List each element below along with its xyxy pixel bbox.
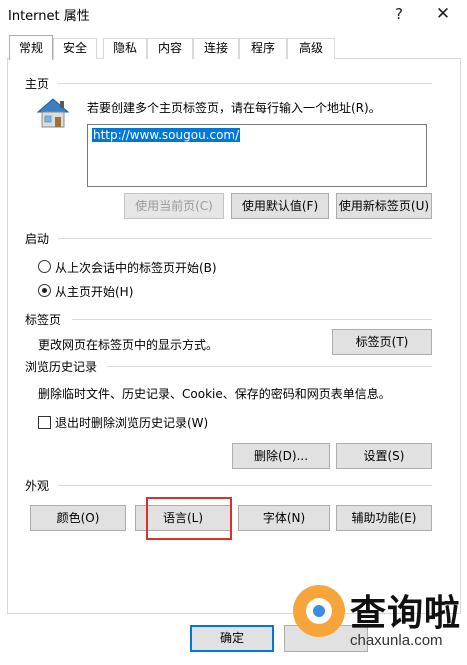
use-new-tab-button[interactable]: 使用新标签页(U)	[336, 193, 432, 219]
ok-button[interactable]: 确定	[190, 625, 274, 652]
tabs-section-label: 标签页	[25, 313, 62, 327]
watermark-logo: 查询啦 chaxunla.com	[290, 582, 465, 662]
accessibility-button[interactable]: 辅助功能(E)	[336, 505, 432, 531]
tab-advanced[interactable]: 高级	[287, 38, 335, 59]
radio-selected-dot	[42, 288, 47, 293]
history-settings-button[interactable]: 设置(S)	[336, 443, 432, 469]
history-section-divider	[107, 366, 432, 367]
help-button[interactable]: ?	[384, 2, 414, 26]
startup-home-radio[interactable]	[38, 284, 51, 297]
use-current-button[interactable]: 使用当前页(C)	[124, 193, 224, 219]
home-section-divider	[58, 83, 432, 84]
watermark-magnifier-icon	[293, 585, 345, 637]
startup-last-session-radio[interactable]	[38, 260, 51, 273]
languages-highlight-box	[146, 497, 232, 540]
appearance-section-label: 外观	[25, 479, 50, 493]
tab-programs[interactable]: 程序	[239, 38, 287, 59]
colors-button[interactable]: 颜色(O)	[30, 505, 126, 531]
fonts-button[interactable]: 字体(N)	[238, 505, 330, 531]
startup-last-session-label[interactable]: 从上次会话中的标签页开始(B)	[55, 259, 217, 276]
tabs-section-divider	[72, 319, 432, 320]
house-icon	[36, 98, 70, 128]
startup-section-label: 启动	[25, 232, 50, 246]
tab-security[interactable]: 安全	[53, 38, 97, 59]
close-button[interactable]: ✕	[428, 2, 458, 26]
home-section-label: 主页	[25, 77, 50, 91]
startup-section-divider	[58, 238, 432, 239]
title-bar: Internet 属性 ? ✕	[0, 0, 467, 30]
home-page-url-value: http://www.sougou.com/	[92, 128, 241, 142]
delete-on-exit-label[interactable]: 退出时删除浏览历史记录(W)	[55, 414, 208, 431]
home-hint-text: 若要创建多个主页标签页，请在每行输入一个地址(R)。	[87, 101, 381, 115]
watermark-url: chaxunla.com	[350, 632, 443, 649]
delete-on-exit-checkbox[interactable]	[38, 416, 51, 429]
tab-strip: 常规 安全 隐私 内容 连接 程序 高级	[7, 35, 461, 60]
tab-connections[interactable]: 连接	[193, 38, 239, 59]
window-title: Internet 属性	[8, 9, 90, 24]
appearance-section-divider	[58, 485, 432, 486]
startup-home-label[interactable]: 从主页开始(H)	[55, 283, 133, 300]
tabs-description: 更改网页在标签页中的显示方式。	[38, 338, 219, 352]
delete-history-button[interactable]: 删除(D)...	[232, 443, 330, 469]
tab-general[interactable]: 常规	[9, 35, 53, 60]
use-default-button[interactable]: 使用默认值(F)	[231, 193, 329, 219]
history-section-label: 浏览历史记录	[25, 360, 98, 374]
history-description: 删除临时文件、历史记录、Cookie、保存的密码和网页表单信息。	[38, 387, 391, 401]
tabs-settings-button[interactable]: 标签页(T)	[332, 329, 432, 355]
watermark-text: 查询啦	[350, 593, 462, 634]
tab-content[interactable]: 内容	[147, 38, 193, 59]
home-page-urls-textarea[interactable]: http://www.sougou.com/	[87, 124, 427, 187]
tab-privacy[interactable]: 隐私	[103, 38, 147, 59]
